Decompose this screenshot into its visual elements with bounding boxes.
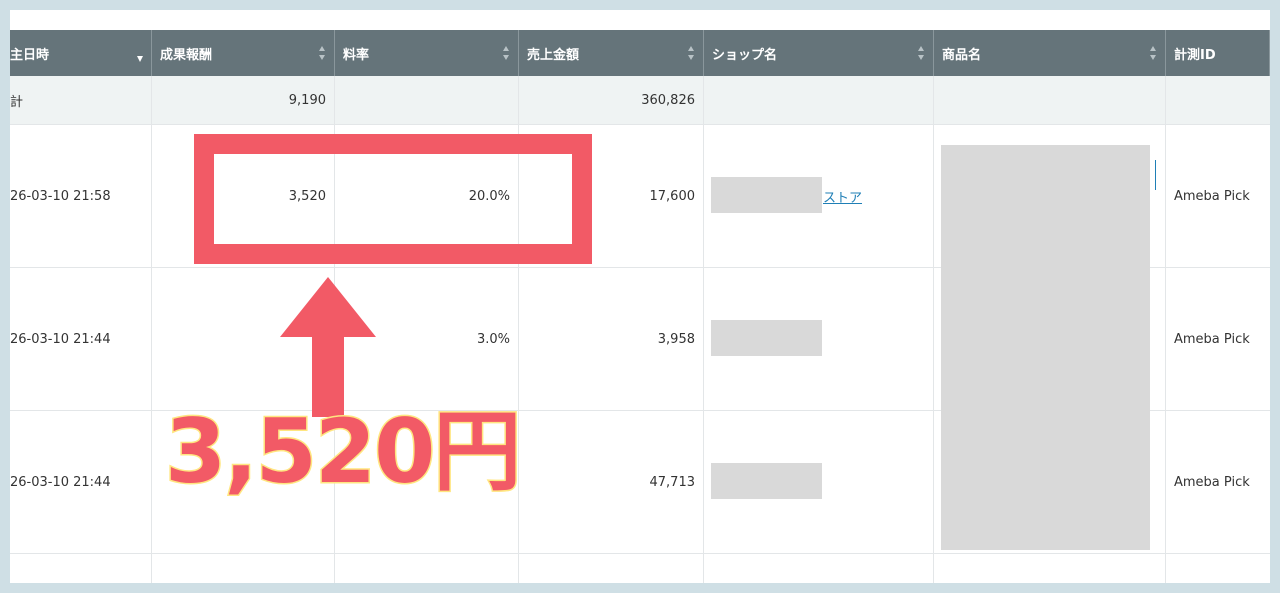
header-datetime[interactable]: 主日時 — [10, 30, 152, 76]
measure-id-value: Ameba Pick — [1174, 331, 1250, 347]
cell-shop — [704, 268, 934, 410]
redacted-block — [711, 463, 822, 499]
sort-icon — [318, 46, 326, 60]
redacted-block — [711, 320, 822, 356]
cell-shop — [704, 554, 934, 583]
highlight-box — [194, 134, 592, 264]
datetime-value: 26-03-10 21:44 — [10, 474, 111, 490]
total-row: 計 9,190 360,826 — [10, 76, 1270, 125]
rate-value: 3.0% — [476, 331, 510, 347]
sort-icon — [687, 46, 695, 60]
cell-sales: 47,713 — [519, 411, 704, 553]
header-label: 売上金額 — [527, 47, 580, 63]
measure-id-value: Ameba Pick — [1174, 474, 1250, 490]
total-shop — [704, 76, 934, 124]
cell-sales: 3,958 — [519, 268, 704, 410]
cell-datetime — [10, 554, 152, 583]
header-shop[interactable]: ショップ名 — [704, 30, 934, 76]
cell-shop: ストア — [704, 125, 934, 267]
header-sales[interactable]: 売上金額 — [519, 30, 704, 76]
product-link-fragment[interactable] — [1152, 160, 1156, 190]
header-label: 商品名 — [942, 47, 982, 63]
total-reward: 9,190 — [152, 76, 335, 124]
sort-icon — [917, 46, 925, 60]
header-label: 成果報酬 — [160, 47, 213, 63]
screenshot-frame: 主日時 成果報酬 料率 売上金額 ショップ名 商品名 計測ID 計 9,190 … — [10, 10, 1270, 583]
sales-value: 47,713 — [649, 474, 696, 490]
sales-value: 17,600 — [649, 188, 696, 204]
cell-product — [934, 554, 1166, 583]
up-arrow-icon — [280, 277, 376, 417]
cell-datetime: 26-03-10 21:44 — [10, 411, 152, 553]
cell-datetime: 26-03-10 21:44 — [10, 268, 152, 410]
table-row — [10, 554, 1270, 583]
cell-measure-id: Ameba Pick — [1166, 125, 1270, 267]
amount-annotation: 3,520円 — [163, 400, 522, 503]
datetime-value: 26-03-10 21:44 — [10, 331, 111, 347]
shop-link[interactable]: ストア — [823, 187, 862, 206]
total-label-text: 計 — [10, 94, 24, 110]
datetime-value: 26-03-10 21:58 — [10, 188, 111, 204]
header-label: 料率 — [343, 47, 370, 63]
cell-reward — [152, 554, 335, 583]
redacted-block — [711, 177, 822, 213]
header-label: 主日時 — [10, 47, 50, 63]
table-header: 主日時 成果報酬 料率 売上金額 ショップ名 商品名 計測ID — [10, 30, 1270, 76]
total-sales: 360,826 — [519, 76, 704, 124]
cell-shop — [704, 411, 934, 553]
cell-measure-id: Ameba Pick — [1166, 268, 1270, 410]
cell-sales — [519, 554, 704, 583]
cell-measure-id — [1166, 554, 1270, 583]
cell-measure-id: Ameba Pick — [1166, 411, 1270, 553]
total-measure — [1166, 76, 1270, 124]
total-product — [934, 76, 1166, 124]
total-label: 計 — [10, 76, 152, 124]
total-reward-value: 9,190 — [288, 92, 326, 108]
measure-id-value: Ameba Pick — [1174, 188, 1250, 204]
header-reward[interactable]: 成果報酬 — [152, 30, 335, 76]
sort-desc-icon — [137, 56, 143, 62]
total-sales-value: 360,826 — [641, 92, 695, 108]
header-label: 計測ID — [1174, 47, 1216, 63]
header-label: ショップ名 — [712, 47, 778, 63]
redacted-product-block — [941, 145, 1150, 550]
header-rate[interactable]: 料率 — [335, 30, 519, 76]
header-product[interactable]: 商品名 — [934, 30, 1166, 76]
header-measure-id: 計測ID — [1166, 30, 1270, 76]
sort-icon — [502, 46, 510, 60]
cell-rate — [335, 554, 519, 583]
total-rate — [335, 76, 519, 124]
sales-value: 3,958 — [657, 331, 695, 347]
cell-datetime: 26-03-10 21:58 — [10, 125, 152, 267]
sort-icon — [1149, 46, 1157, 60]
